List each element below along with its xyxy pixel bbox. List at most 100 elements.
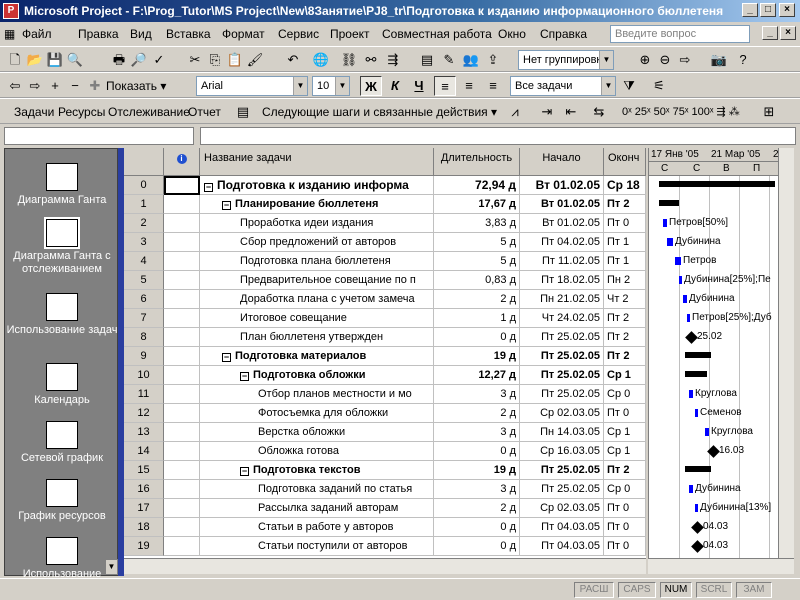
gantt-wizard-icon[interactable]: ⚟ [650, 77, 668, 95]
minimize-button[interactable]: _ [742, 3, 758, 17]
indent-icon[interactable]: ⇨ [26, 77, 44, 95]
row-indicator[interactable] [164, 404, 200, 423]
table-row[interactable]: 0 − Подготовка к изданию информа 72,94 д Вт … [124, 176, 646, 195]
duration-cell[interactable]: 0 д [434, 328, 520, 347]
tab-report[interactable]: Отчет [188, 105, 221, 119]
doc-minimize-button[interactable]: _ [762, 26, 778, 40]
menu-view[interactable]: Вид [130, 27, 152, 41]
finish-cell[interactable]: Пт 2 [604, 195, 646, 214]
row-id[interactable]: 8 [124, 328, 164, 347]
gantt-summary-bar[interactable] [685, 466, 711, 472]
start-cell[interactable]: Пт 25.02.05 [520, 385, 604, 404]
view-calendar[interactable]: Календарь [5, 363, 119, 407]
doc-icon[interactable]: ▦ [4, 27, 15, 41]
gantt-task-bar[interactable] [705, 428, 709, 436]
gantt-summary-bar[interactable] [659, 181, 775, 187]
gantt-task-bar[interactable] [687, 314, 690, 322]
goto-task-icon[interactable]: ⇨ [676, 51, 694, 69]
column-header-duration[interactable]: Длительность [434, 148, 520, 176]
collapse-icon[interactable]: − [240, 467, 249, 476]
start-cell[interactable]: Пт 25.02.05 [520, 366, 604, 385]
gantt-milestone[interactable] [691, 521, 704, 534]
undo-icon[interactable]: ↶ [284, 51, 302, 69]
collapse-icon[interactable]: − [222, 353, 231, 362]
row-indicator[interactable] [164, 518, 200, 537]
duration-cell[interactable]: 3 д [434, 480, 520, 499]
row-indicator[interactable] [164, 347, 200, 366]
finish-cell[interactable]: Пт 0 [604, 499, 646, 518]
gantt-milestone[interactable] [691, 540, 704, 553]
table-row[interactable]: 2 Проработка идеи издания 3,83 д Вт 01.02.0… [124, 214, 646, 233]
row-id[interactable]: 12 [124, 404, 164, 423]
gantt-task-bar[interactable] [689, 390, 693, 398]
table-row[interactable]: 6 Доработка плана с учетом замеча 2 д Пн 21… [124, 290, 646, 309]
start-cell[interactable]: Ср 02.03.05 [520, 499, 604, 518]
gantt-task-bar[interactable] [667, 238, 673, 246]
outdent-icon[interactable]: ⇦ [6, 77, 24, 95]
task-name-cell[interactable]: Предварительное совещание по п [200, 271, 434, 290]
duration-cell[interactable]: 17,67 д [434, 195, 520, 214]
font-select[interactable]: Arial ▼ [196, 76, 308, 96]
cut-icon[interactable]: ✂ [186, 51, 204, 69]
row-id[interactable]: 3 [124, 233, 164, 252]
task-notes-icon[interactable]: ✎ [440, 51, 458, 69]
table-row[interactable]: 17 Рассылка заданий авторам 2 д Ср 02.03.05… [124, 499, 646, 518]
gantt-task-bar[interactable] [695, 504, 698, 512]
row-indicator[interactable] [164, 252, 200, 271]
view-tracking-gantt[interactable]: Диаграмма Ганта с отслеживанием [5, 217, 119, 276]
network-icon[interactable]: ⊞ [760, 103, 778, 121]
start-cell[interactable]: Ср 16.03.05 [520, 442, 604, 461]
format-painter-icon[interactable]: 🖌 [246, 51, 264, 69]
start-cell[interactable]: Пн 14.03.05 [520, 423, 604, 442]
gantt-task-bar[interactable] [675, 257, 681, 265]
publish-icon[interactable]: ⇪ [484, 51, 502, 69]
percent-complete-buttons[interactable]: 0ˣ 25ˣ 50ˣ 75ˣ 100ˣ ⇶ ⁂ [622, 105, 740, 118]
assign-resources-icon[interactable]: 👥 [462, 51, 480, 69]
table-row[interactable]: 3 Сбор предложений от авторов 5 д Пт 04.02.… [124, 233, 646, 252]
print-icon[interactable]: 🖶 [110, 51, 128, 69]
duration-cell[interactable]: 5 д [434, 252, 520, 271]
duration-cell[interactable]: 2 д [434, 404, 520, 423]
italic-button[interactable]: К [384, 76, 406, 96]
bold-button[interactable]: Ж [360, 76, 382, 96]
table-row[interactable]: 15 − Подготовка текстов 19 д Пт 25.02.05 Пт 2 [124, 461, 646, 480]
gantt-vertical-scrollbar[interactable] [778, 148, 794, 558]
collapse-icon[interactable]: − [240, 372, 249, 381]
zoom-in-icon[interactable]: ⊕ [636, 51, 654, 69]
start-cell[interactable]: Пт 04.02.05 [520, 233, 604, 252]
duration-cell[interactable]: 12,27 д [434, 366, 520, 385]
row-indicator[interactable] [164, 328, 200, 347]
column-header-finish[interactable]: Оконч [604, 148, 646, 176]
menu-insert[interactable]: Вставка [166, 27, 211, 41]
collaborate-icon[interactable]: ⇆ [590, 103, 608, 121]
view-resource-graph[interactable]: График ресурсов [5, 479, 119, 523]
row-id[interactable]: 9 [124, 347, 164, 366]
duration-cell[interactable]: 3,83 д [434, 214, 520, 233]
row-id[interactable]: 14 [124, 442, 164, 461]
filter-select[interactable]: Все задачи ▼ [510, 76, 616, 96]
doc-close-button[interactable]: × [780, 26, 796, 40]
task-name-cell[interactable]: − Подготовка к изданию информа [200, 176, 434, 195]
start-cell[interactable]: Чт 24.02.05 [520, 309, 604, 328]
table-row[interactable]: 13 Верстка обложки 3 д Пн 14.03.05 Ср 1 [124, 423, 646, 442]
task-name-cell[interactable]: − Подготовка обложки [200, 366, 434, 385]
finish-cell[interactable]: Ср 1 [604, 366, 646, 385]
autofilter-icon[interactable]: ⧩ [620, 77, 638, 95]
duration-cell[interactable]: 5 д [434, 233, 520, 252]
table-row[interactable]: 4 Подготовка плана бюллетеня 5 д Пт 11.02.0… [124, 252, 646, 271]
duration-cell[interactable]: 72,94 д [434, 176, 520, 195]
duration-cell[interactable]: 0,83 д [434, 271, 520, 290]
row-indicator[interactable] [164, 309, 200, 328]
table-row[interactable]: 9 − Подготовка материалов 19 д Пт 25.02.05 Пт… [124, 347, 646, 366]
task-name-cell[interactable]: Итоговое совещание [200, 309, 434, 328]
task-name-cell[interactable]: − Подготовка материалов [200, 347, 434, 366]
unlink-tasks-icon[interactable]: ⚯ [362, 51, 380, 69]
open-icon[interactable]: 📂 [26, 51, 44, 69]
table-row[interactable]: 1 − Планирование бюллетеня 17,67 д Вт 01.02.… [124, 195, 646, 214]
finish-cell[interactable]: Пт 1 [604, 252, 646, 271]
gantt-task-bar[interactable] [689, 485, 693, 493]
row-id[interactable]: 13 [124, 423, 164, 442]
select-all-corner[interactable] [124, 148, 164, 176]
row-indicator[interactable] [164, 480, 200, 499]
row-id[interactable]: 10 [124, 366, 164, 385]
